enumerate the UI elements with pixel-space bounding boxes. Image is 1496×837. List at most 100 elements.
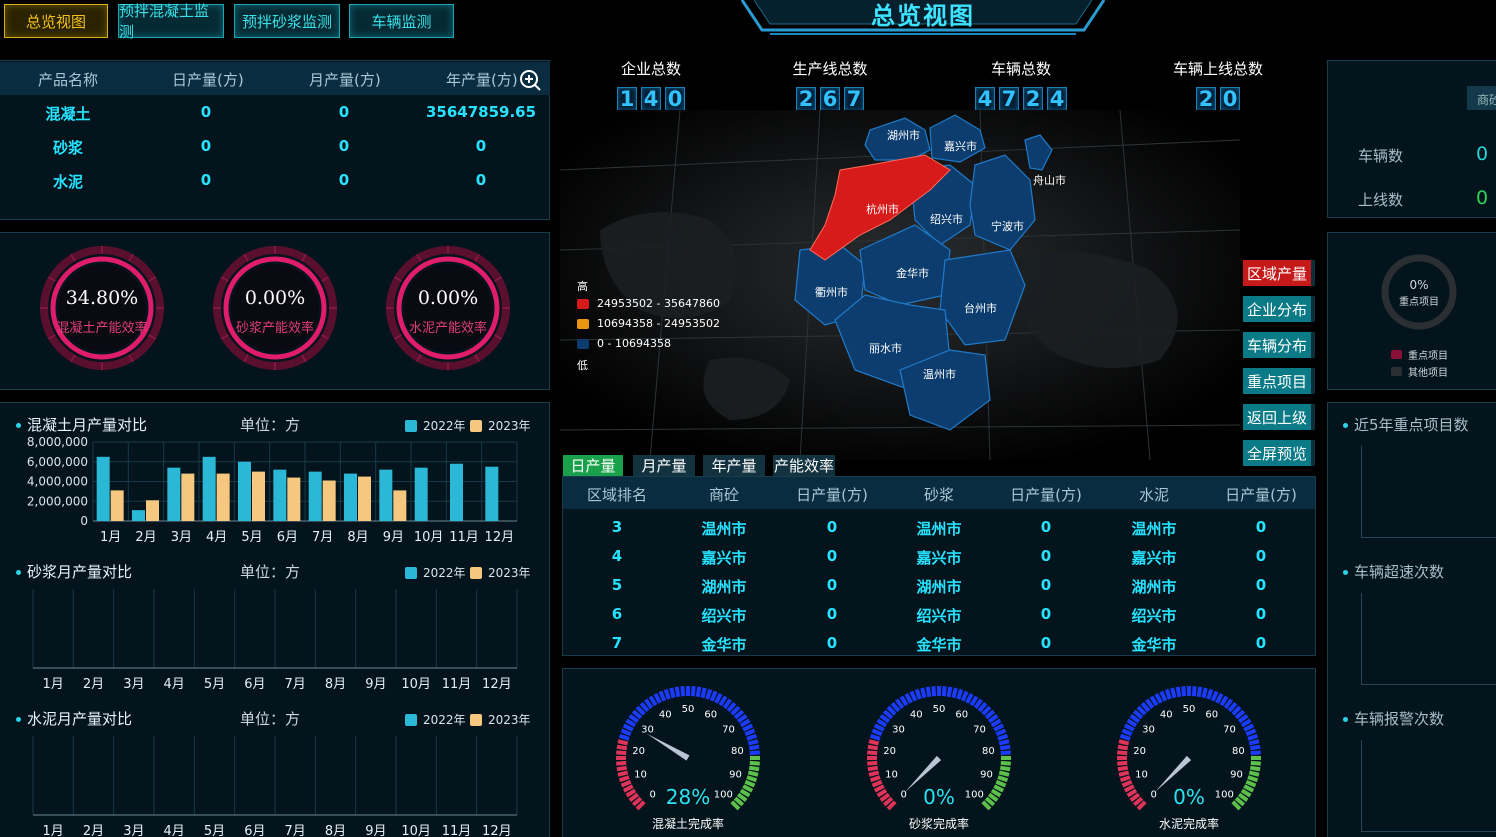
side-button[interactable]: 车辆分布: [1243, 332, 1315, 358]
zhejiang-map[interactable]: [780, 110, 1100, 440]
ranking-cell: 温州市: [701, 520, 747, 538]
gauge-tick: [1219, 695, 1229, 707]
gauge-tick: [1117, 744, 1129, 751]
bar-2023: [110, 490, 124, 521]
right-section-title-text: 近5年重点项目数: [1354, 416, 1469, 434]
map-city-label: 绍兴市: [930, 213, 963, 226]
header-product-name: 产品名称: [38, 71, 99, 89]
gauge-tick: [690, 686, 696, 697]
monthly-chart-title: 水泥月产量对比: [16, 708, 132, 729]
ranking-tab[interactable]: 产能效率: [773, 455, 835, 476]
legend-swatch-2023: [470, 566, 482, 579]
gauge-tick: [998, 739, 1010, 746]
nav-concrete-button[interactable]: 预拌混凝土监测: [118, 2, 224, 41]
ranking-cell: 0: [1040, 547, 1052, 565]
stat-label: 企业总数: [620, 60, 681, 78]
ranking-cell: 0: [1040, 518, 1052, 536]
gauge-tick: [993, 723, 1005, 732]
ranking-cell: 温州市: [916, 520, 962, 538]
ranking-header-cell: 日产量(方): [796, 486, 868, 504]
monthly-chart-title-text: 水泥月产量对比: [27, 710, 133, 728]
online-count: 0: [1476, 187, 1489, 209]
gauge-tick: [625, 788, 637, 798]
nav-mortar-button[interactable]: 预拌砂浆监测: [234, 4, 340, 38]
legend-2022: 2022年: [405, 711, 466, 728]
gauge-tick: [1215, 692, 1224, 704]
gauge-tick: [749, 750, 760, 756]
x-tick-label: 3月: [123, 677, 144, 692]
gauge-scale-label: 70: [973, 725, 986, 736]
side-button[interactable]: 区域产量: [1243, 260, 1315, 286]
gauge-tick: [669, 687, 676, 699]
gauge-tick: [899, 695, 909, 707]
gauge-tick: [618, 775, 630, 783]
bullet-dot: [1343, 570, 1348, 575]
bar-2022: [273, 469, 287, 521]
stat-label: 车辆上线总数: [1172, 60, 1263, 78]
gauge-scale-label: 10: [1135, 769, 1148, 780]
gauge-tick: [873, 723, 885, 732]
gauge-tick: [925, 686, 932, 698]
stat-digit: 2: [796, 87, 816, 111]
ranking-cell: 0: [1040, 634, 1052, 652]
legend-label-2022: 2022年: [423, 419, 466, 433]
side-button[interactable]: 全屏预览: [1243, 440, 1315, 466]
bar-2022: [238, 461, 251, 521]
nav-vehicle-button[interactable]: 车辆监测: [349, 4, 454, 38]
right-section-chart: [1361, 446, 1496, 538]
side-button[interactable]: 企业分布: [1243, 296, 1315, 322]
product-value-cell: 0: [475, 171, 487, 189]
bullet-dot: [1343, 423, 1348, 428]
map-legend-swatch: [577, 338, 589, 349]
side-button[interactable]: 重点项目: [1243, 368, 1315, 394]
ranking-tab[interactable]: 月产量: [633, 455, 695, 476]
gauge-scale-label: 90: [729, 769, 742, 780]
gauge-tick: [1248, 770, 1260, 777]
x-tick-label: 9月: [365, 824, 386, 837]
vehicle-count: 0: [1476, 143, 1489, 165]
right-tab-concrete[interactable]: 商砼: [1467, 86, 1496, 110]
ranking-header-cell: 日产量(方): [1225, 486, 1297, 504]
bar-2022: [167, 467, 181, 521]
map-city-label: 丽水市: [869, 342, 902, 355]
gauge-tick: [749, 760, 760, 766]
ranking-tab[interactable]: 日产量: [563, 455, 623, 476]
y-tick-label: 0: [80, 514, 88, 528]
gauge-tick: [739, 718, 751, 728]
gauge-tick: [705, 688, 713, 700]
gauge-tick: [1159, 690, 1168, 702]
gauge-scale-label: 80: [731, 746, 744, 757]
gauge-tick: [1126, 718, 1138, 728]
bar-2022: [485, 466, 499, 521]
gauge-scale-label: 50: [682, 704, 695, 715]
gauge-tick: [904, 692, 913, 704]
y-tick-label: 6,000,000: [27, 455, 88, 469]
ranking-tab[interactable]: 年产量: [703, 455, 765, 476]
zoom-in-icon[interactable]: [519, 69, 541, 91]
gauge-scale-label: 10: [885, 769, 898, 780]
gauge-tick: [1164, 688, 1172, 700]
monthly-chart-unit: 单位：方: [240, 710, 301, 728]
right-section-title: 近5年重点项目数: [1343, 414, 1469, 435]
bar-2023: [146, 500, 159, 521]
x-tick-label: 5月: [204, 824, 225, 837]
ranking-cell: 湖州市: [916, 578, 962, 596]
efficiency-label: 混凝土产能效率: [56, 321, 148, 336]
stat-digit: 1: [617, 87, 637, 111]
map-legend-low: 低: [577, 359, 588, 372]
side-button[interactable]: 返回上级: [1243, 404, 1315, 430]
gauge-tick: [990, 718, 1002, 728]
nav-overview-button[interactable]: 总览视图: [4, 4, 108, 38]
bar-2022: [379, 469, 393, 521]
bullet-dot: [16, 717, 21, 722]
map-city-label: 嘉兴市: [944, 140, 977, 153]
ranking-cell: 湖州市: [701, 578, 747, 596]
ranking-cell: 0: [826, 547, 838, 565]
bar-2022: [308, 471, 322, 521]
map-legend-high: 高: [577, 280, 588, 293]
gauge-scale-label: 30: [641, 725, 654, 736]
bar-2022: [96, 456, 110, 521]
map-legend-range: 10694358 - 24953502: [597, 317, 720, 330]
gauge-scale-label: 20: [883, 746, 896, 757]
gauge-tick: [1247, 733, 1259, 741]
